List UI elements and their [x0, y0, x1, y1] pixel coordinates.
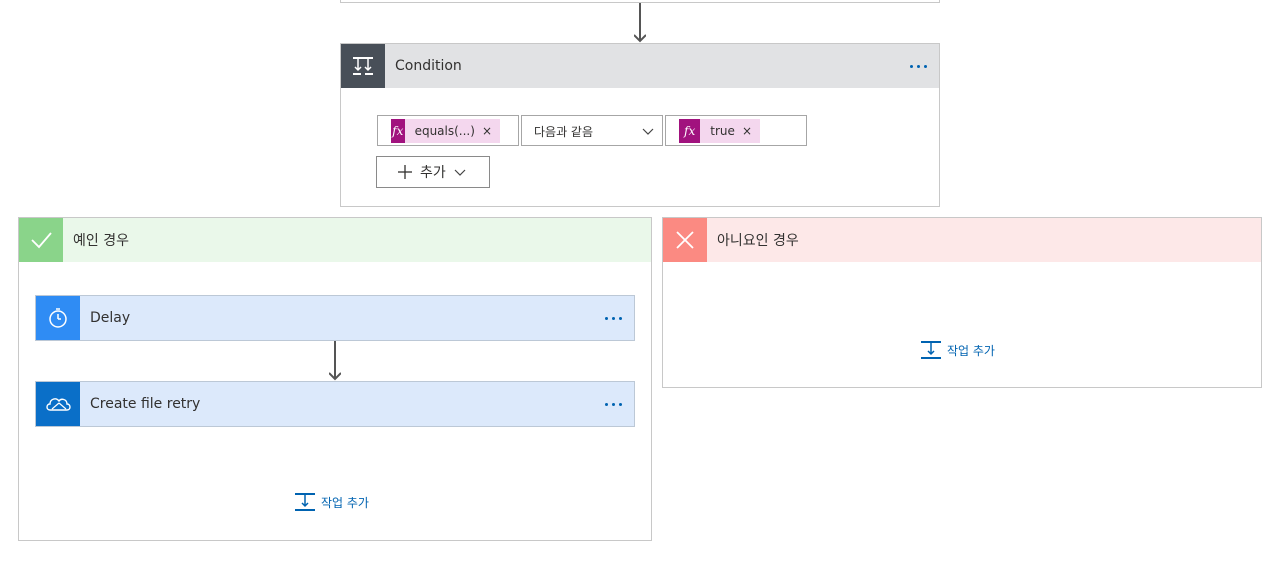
onedrive-cloud-icon [36, 382, 80, 426]
condition-right-operand-field[interactable]: fx true × [665, 115, 807, 146]
if-yes-title: 예인 경우 [73, 233, 129, 249]
if-no-title: 아니요인 경우 [717, 233, 799, 249]
connector-arrow-top [633, 3, 647, 43]
equals-token-label: equals(...) [414, 124, 475, 138]
condition-left-operand-field[interactable]: fx equals(...) × [377, 115, 519, 146]
create-file-retry-title: Create file retry [90, 396, 201, 412]
create-file-retry-action-card[interactable]: Create file retry [35, 381, 635, 427]
add-condition-row-button[interactable]: 추가 [376, 156, 490, 188]
remove-equals-token-icon[interactable]: × [482, 124, 492, 138]
condition-operator-select[interactable]: 다음과 같음 [521, 115, 663, 146]
plus-icon [398, 165, 412, 179]
if-no-branch-card: 아니요인 경우 작업 추가 [662, 217, 1262, 388]
timer-icon [36, 296, 80, 340]
connector-arrow-inner [328, 341, 342, 381]
add-button-label: 추가 [420, 165, 446, 181]
if-yes-branch-card: 예인 경우 Delay Create file retry 작업 추가 [18, 217, 652, 541]
if-no-add-action-button[interactable]: 작업 추가 [921, 340, 995, 360]
if-yes-add-action-button[interactable]: 작업 추가 [295, 492, 369, 512]
delay-action-card[interactable]: Delay [35, 295, 635, 341]
add-action-icon [295, 493, 315, 511]
close-icon [663, 218, 707, 262]
delay-action-header[interactable]: Delay [36, 296, 634, 340]
chevron-down-icon [454, 169, 466, 176]
true-token[interactable]: fx true × [679, 119, 760, 143]
condition-more-menu-icon[interactable] [910, 44, 927, 88]
condition-card: Condition fx equals(...) × 다음과 같음 fx tru… [340, 43, 940, 207]
chevron-down-icon [642, 128, 654, 135]
if-yes-add-action-label: 작업 추가 [321, 495, 369, 510]
if-yes-header[interactable]: 예인 경우 [19, 218, 651, 262]
remove-true-token-icon[interactable]: × [742, 124, 752, 138]
delay-more-menu-icon[interactable] [605, 296, 622, 340]
delay-action-title: Delay [90, 310, 131, 326]
equals-token[interactable]: fx equals(...) × [391, 119, 500, 143]
operator-value: 다음과 같음 [534, 125, 594, 139]
fx-expression-icon: fx [391, 119, 405, 143]
condition-header[interactable]: Condition [341, 44, 939, 88]
if-no-add-action-label: 작업 추가 [947, 343, 995, 358]
add-action-icon [921, 341, 941, 359]
condition-icon [341, 44, 385, 88]
check-icon [19, 218, 63, 262]
create-file-retry-header[interactable]: Create file retry [36, 382, 634, 426]
true-token-label: true [710, 124, 735, 138]
create-file-retry-more-menu-icon[interactable] [605, 382, 622, 426]
if-no-header[interactable]: 아니요인 경우 [663, 218, 1261, 262]
condition-title: Condition [395, 58, 462, 74]
fx-expression-icon: fx [679, 119, 701, 143]
